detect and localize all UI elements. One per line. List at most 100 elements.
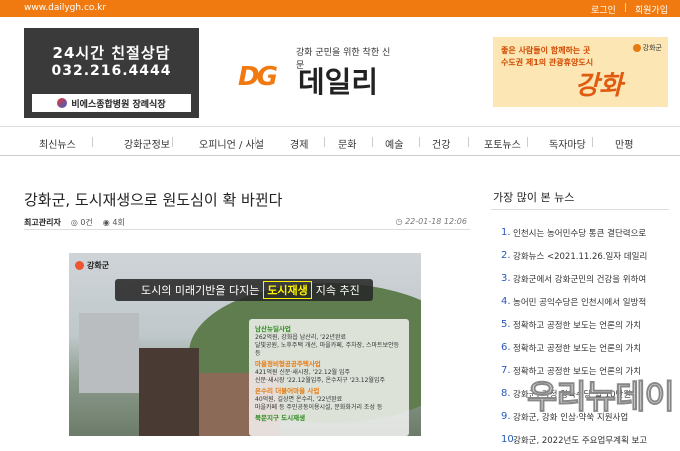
project-detail: 마을카페 등 주민공동이용시설, 문화화거리 조성 등 [255, 403, 383, 411]
popular-news-title: 강화군에서 강화군민의 건강을 위하여 [513, 274, 647, 285]
top-bar: www.dailygh.co.kr 로그인 | 회원가입 [0, 0, 680, 17]
rank-number: 8. [501, 388, 511, 399]
clock-icon: ◷ [395, 217, 403, 226]
nav-divider [254, 137, 256, 147]
county-logo-icon [75, 261, 84, 270]
ad-right-calligraphy: 강화 [575, 71, 623, 101]
nav-item[interactable]: 예술 [385, 136, 403, 151]
nav-item[interactable]: 포토뉴스 [484, 136, 521, 151]
ad-brand: 비에스종합병원 장례식장 [32, 94, 191, 112]
nav-item[interactable]: 경제 [290, 136, 308, 151]
project-title: 남산뉴딜사업 [255, 325, 291, 333]
ad-headline: 24시간 친절상담 [52, 44, 171, 62]
popular-news-item[interactable]: 6. 정확하고 공정한 보도는 언론의 가치 [491, 336, 669, 359]
nav-item[interactable]: 만평 [615, 136, 633, 151]
comment-icon: ◎ [70, 218, 78, 227]
divider [491, 209, 669, 210]
article-author[interactable]: 최고관리자 [24, 217, 61, 228]
article: 강화군, 도시재생으로 원도심이 확 바뀐다 최고관리자 ◎ 0건 ◉ 4회 ◷… [24, 156, 470, 436]
ganghwa-ad-banner[interactable]: 강화군 좋은 사람들이 함께하는 곳 수도권 제1의 관광휴양도시 강화 [493, 37, 668, 107]
project-detail: 신문·새시장 '22.12월입주, 온수지구 '23.12월입주 [255, 376, 385, 384]
rank-number: 5. [501, 319, 511, 330]
article-date-value: 22-01-18 12:06 [405, 217, 467, 226]
view-count-value: 4회 [112, 218, 125, 227]
view-count: ◉ 4회 [103, 217, 125, 228]
popular-news-title: 농어민 공익수당은 인천시에서 일방적 [513, 297, 647, 308]
county-seal-text: 강화군 [642, 44, 662, 52]
nav-list: 최신뉴스 강화군정보 오피니언 / 사설 경제 문화 예술 건강 포토뉴스 독자마당 만평 [0, 127, 680, 155]
banner-text-pre: 도시의 미래기반을 다지는 [141, 284, 260, 297]
county-seal: 강화군 [632, 43, 662, 53]
project-title: 온수리 더불어마을 사업 [255, 387, 320, 395]
article-date: ◷ 22-01-18 12:06 [396, 217, 467, 226]
rank-number: 1. [501, 227, 511, 238]
main-nav: 최신뉴스 강화군정보 오피니언 / 사설 경제 문화 예술 건강 포토뉴스 독자마당 만평 [0, 126, 680, 156]
comment-count-value: 0건 [80, 218, 93, 227]
site-logo[interactable]: 강화 군민을 위한 착한 신문 DG 데일리 [238, 44, 398, 99]
rank-number: 6. [501, 342, 511, 353]
rank-number: 3. [501, 273, 511, 284]
nav-divider [324, 137, 325, 147]
nav-divider [91, 137, 93, 147]
banner-highlight: 도시재생 [263, 281, 312, 299]
nav-divider [418, 137, 420, 147]
ad-right-line1: 좋은 사람들이 함께하는 곳 [501, 46, 591, 55]
nav-divider [371, 137, 373, 147]
ad-phone: 032.216.4444 [51, 63, 172, 79]
project-detail: 달빛공원, 노후주택 개선, 마을카페, 주차장, 스마트보안등 등 [255, 341, 400, 357]
county-seal-icon [632, 44, 641, 52]
article-headline: 강화군, 도시재생으로 원도심이 확 바뀐다 [24, 191, 283, 209]
nav-item[interactable]: 건강 [432, 136, 450, 151]
popular-news-item[interactable]: 3. 강화군에서 강화군민의 건강을 위하여 [491, 267, 669, 290]
nav-divider [171, 137, 173, 147]
popular-news-item[interactable]: 2. 강화뉴스 <2021.11.26.일자 데일리 [491, 244, 669, 267]
article-meta: 최고관리자 ◎ 0건 ◉ 4회 [24, 217, 125, 228]
watermark: 우리뉴데이 [527, 377, 676, 417]
rank-number: 4. [501, 296, 511, 307]
popular-news-title: 가장 많이 본 뉴스 [493, 191, 575, 204]
image-logo-text: 강화군 [87, 261, 110, 270]
top-links: 로그인 | 회원가입 [591, 3, 668, 16]
divider [24, 229, 470, 230]
building-shape [139, 348, 199, 436]
funeral-ad-banner[interactable]: 24시간 친절상담 032.216.4444 비에스종합병원 장례식장 [24, 28, 199, 118]
popular-news-title: 인천시는 농어민수당 통큰 결단력으로 [513, 228, 647, 239]
nav-item[interactable]: 문화 [338, 136, 356, 151]
popular-news-title: 강화뉴스 <2021.11.26.일자 데일리 [513, 251, 648, 262]
popular-news-title: 정확하고 공정한 보도는 언론의 가치 [513, 320, 642, 331]
building-shape [79, 313, 139, 393]
rank-number: 7. [501, 365, 511, 376]
project-detail: 262억원, 강화읍 남산리, '22년완료 [255, 333, 346, 341]
nav-item[interactable]: 최신뉴스 [39, 136, 76, 151]
eye-icon: ◉ [102, 218, 110, 227]
popular-news-title: 강화군, 2022년도 주요업무계획 보고 [513, 435, 648, 446]
article-image[interactable]: 강화군 도시의 미래기반을 다지는 도시재생 지속 추진 남산뉴딜사업 262억… [69, 253, 421, 436]
project-panel: 남산뉴딜사업 262억원, 강화읍 남산리, '22년완료 달빛공원, 노후주택… [249, 319, 409, 436]
popular-news-item[interactable]: 5. 정확하고 공정한 보도는 언론의 가치 [491, 313, 669, 336]
project-title: 북문지구 도시재생 [255, 413, 306, 422]
nav-divider [592, 137, 593, 147]
rank-number: 2. [501, 250, 511, 261]
login-link[interactable]: 로그인 [591, 3, 616, 16]
rank-number: 9. [501, 411, 511, 422]
popular-news-title: 정확하고 공정한 보도는 언론의 가치 [513, 343, 642, 354]
hospital-logo-icon [57, 98, 68, 108]
site-header: 24시간 친절상담 032.216.4444 비에스종합병원 장례식장 강화 군… [0, 17, 680, 125]
image-logo: 강화군 [75, 260, 109, 271]
nav-divider [526, 137, 528, 147]
nav-item[interactable]: 강화군정보 [124, 136, 170, 151]
logo-name: 데일리 [298, 65, 379, 99]
project-title: 마을정비형공공주택사업 [255, 360, 321, 369]
project-detail: 40억원, 길상면 온수리, '22년완료 [255, 395, 343, 403]
image-banner: 도시의 미래기반을 다지는 도시재생 지속 추진 [115, 279, 373, 301]
popular-news-item[interactable]: 10. 강화군, 2022년도 주요업무계획 보고 [491, 428, 669, 451]
popular-news-item[interactable]: 4. 농어민 공익수당은 인천시에서 일방적 [491, 290, 669, 313]
ad-brand-name: 비에스종합병원 장례식장 [71, 99, 166, 110]
popular-news-item[interactable]: 1. 인천시는 농어민수당 통큰 결단력으로 [491, 221, 669, 244]
banner-text-post: 지속 추진 [315, 284, 360, 297]
join-link[interactable]: 회원가입 [635, 3, 668, 16]
nav-item[interactable]: 독자마당 [549, 136, 586, 151]
comment-count: ◎ 0건 [71, 217, 93, 228]
site-url[interactable]: www.dailygh.co.kr [24, 3, 106, 13]
divider: | [623, 3, 627, 13]
